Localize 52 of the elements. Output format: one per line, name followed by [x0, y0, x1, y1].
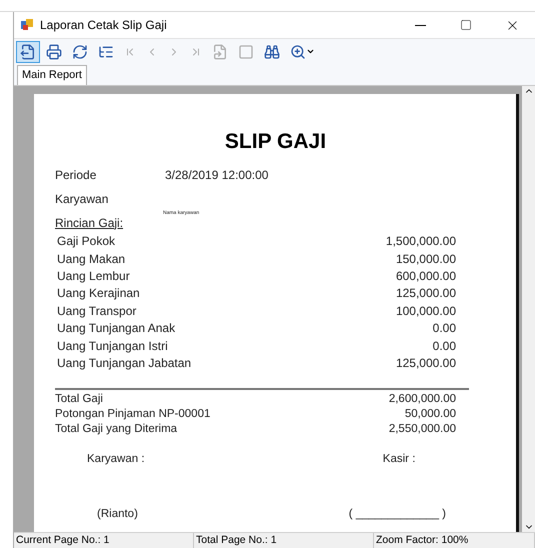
signature-label: Kasir : [382, 452, 416, 467]
printer-icon [46, 44, 62, 60]
total-label: Potongan Pinjaman NP-00001 [55, 406, 210, 422]
period-value: 3/28/2019 12:00:00 [165, 166, 268, 184]
signature-label: Karyawan : [87, 452, 145, 467]
status-text: Total Page No.: 1 [194, 533, 374, 548]
scrollbar[interactable] [522, 86, 535, 532]
item-amount: 125,000.00 [396, 285, 456, 302]
binoculars-icon [264, 44, 280, 60]
window-title: Laporan Cetak Slip Gaji [40, 17, 167, 34]
total-amount: 2,600,000.00 [388, 392, 456, 406]
item-amount: 0.00 [432, 320, 456, 338]
zoom-icon [290, 44, 306, 60]
details-heading: Rincian Gaji: [55, 214, 124, 232]
page-icon [212, 44, 228, 60]
item-label: Uang Transpor [57, 302, 136, 320]
item-amount: 125,000.00 [396, 354, 456, 372]
status-text: Current Page No.: 1 [14, 533, 194, 548]
item-label: Gaji Pokok [57, 233, 116, 250]
tree-icon [98, 44, 114, 60]
export-icon [20, 44, 36, 60]
report-tab[interactable]: Main Report [17, 65, 87, 85]
item-label: Uang Makan [57, 250, 126, 268]
toolbar-button[interactable] [16, 40, 40, 62]
item-label: Uang Tunjangan Istri [57, 338, 168, 355]
total-amount: 2,550,000.00 [388, 422, 456, 436]
signature-name: (Rianto) [96, 506, 138, 522]
employee-label: Karyawan [55, 190, 108, 208]
refresh-icon [72, 44, 88, 60]
app-icon [20, 18, 34, 32]
last-page-icon [190, 46, 202, 58]
period-label: Periode [55, 166, 98, 184]
item-label: Uang Lembur [57, 268, 130, 285]
total-amount: 50,000.00 [404, 406, 456, 422]
report-title: SLIP GAJI [224, 129, 328, 155]
total-label: Total Gaji yang Diterima [55, 422, 178, 436]
item-amount: 150,000.00 [396, 250, 456, 268]
maximize-icon [460, 19, 472, 31]
signature-name: ( _____________ ) [348, 506, 446, 522]
stop-icon [238, 44, 254, 60]
status-text: Zoom Factor: 100% [374, 533, 535, 548]
item-amount: 1,500,000.00 [386, 233, 456, 250]
item-label: Uang Kerajinan [57, 285, 140, 302]
total-label: Total Gaji [55, 392, 103, 406]
item-amount: 0.00 [432, 338, 456, 355]
item-amount: 600,000.00 [396, 268, 456, 285]
first-page-icon [124, 46, 136, 58]
item-label: Uang Tunjangan Jabatan [57, 354, 192, 372]
minimize-icon [414, 24, 426, 26]
item-label: Uang Tunjangan Anak [57, 320, 176, 338]
item-amount: 100,000.00 [396, 302, 456, 320]
caret-icon [306, 47, 315, 56]
